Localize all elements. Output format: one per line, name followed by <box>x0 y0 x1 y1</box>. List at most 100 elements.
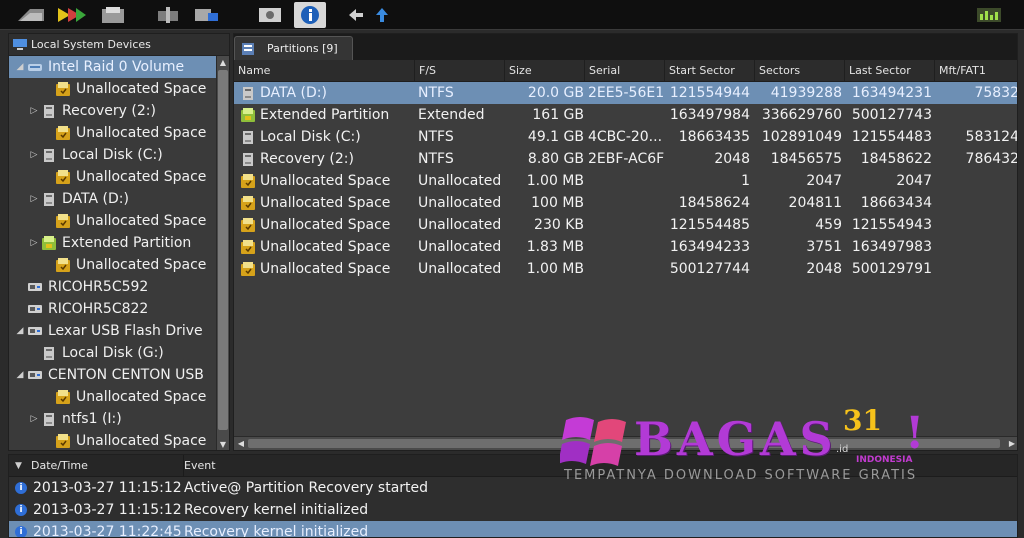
log-time: 2013-03-27 11:15:12 <box>33 480 182 496</box>
tree-node[interactable]: Unallocated Space <box>9 78 217 100</box>
info-button[interactable] <box>294 2 326 28</box>
cell-mft <box>934 258 1017 280</box>
toolbar <box>0 0 1024 30</box>
column-header[interactable]: Mft/FAT1 <box>934 60 1017 82</box>
save-button[interactable] <box>96 2 132 28</box>
tree-node[interactable]: ▷ ntfs1 (I:) <box>9 408 217 430</box>
tree-node[interactable]: ▷ Recovery (2:) <box>9 100 217 122</box>
log-col-date[interactable]: Date/Time <box>31 455 88 477</box>
column-header[interactable]: Serial <box>584 60 664 82</box>
table-row[interactable]: Unallocated Space Unallocated 100 MB 184586… <box>234 192 1017 214</box>
table-row[interactable]: Unallocated Space Unallocated 230 KB 121554… <box>234 214 1017 236</box>
back-button[interactable] <box>346 2 366 28</box>
cell-fs: Unallocated <box>418 173 502 189</box>
scroll-right-icon[interactable]: ▶ <box>1007 438 1017 450</box>
partitions-tab-icon <box>242 42 254 55</box>
column-header[interactable]: F/S <box>414 60 504 82</box>
cell-last-sector: 163494231 <box>851 85 932 101</box>
scan-button[interactable] <box>14 2 50 28</box>
log-row[interactable]: i 2013-03-27 11:22:45 Recovery kernel init… <box>9 521 1017 537</box>
cell-start-sector: 2048 <box>714 151 750 167</box>
cell-start-sector: 163497984 <box>669 107 750 123</box>
column-header[interactable]: Name <box>234 60 414 82</box>
column-header[interactable]: Size <box>504 60 584 82</box>
hscroll-thumb[interactable] <box>248 439 1000 448</box>
cell-last-sector: 18458622 <box>860 151 932 167</box>
tree-node[interactable]: RICOHR5C592 <box>9 276 217 298</box>
tree-expander-icon[interactable]: ◢ <box>15 370 25 380</box>
computer-icon <box>13 39 27 50</box>
disk-save-icon <box>102 7 124 23</box>
event-log-panel: ▼ Date/Time Event i 2013-03-27 11:15:12 Ac… <box>8 454 1018 538</box>
unallocated-icon <box>56 258 70 272</box>
scroll-thumb[interactable] <box>218 70 228 430</box>
tab-partitions[interactable]: Partitions [9] <box>234 36 353 60</box>
tree-node[interactable]: ▷ DATA (D:) <box>9 188 217 210</box>
tree-expander-icon[interactable]: ▷ <box>29 414 39 424</box>
tree-node[interactable]: RICOHR5C822 <box>9 298 217 320</box>
cell-sectors: 18456575 <box>770 151 842 167</box>
tools-button[interactable] <box>152 2 186 28</box>
tree-expander-icon[interactable]: ▷ <box>29 238 39 248</box>
column-header[interactable]: Last Sector <box>844 60 934 82</box>
tree-expander-icon[interactable]: ▷ <box>29 106 39 116</box>
table-row[interactable]: Unallocated Space Unallocated 1.00 MB 1 2047… <box>234 170 1017 192</box>
table-row[interactable]: DATA (D:) NTFS 20.0 GB 2EE5-56E1 121554944 41… <box>234 82 1017 104</box>
scroll-up-icon[interactable]: ▲ <box>218 57 228 69</box>
view-icon <box>259 8 281 22</box>
cell-fs: NTFS <box>418 129 454 145</box>
table-row[interactable]: Unallocated Space Unallocated 1.00 MB 50012… <box>234 258 1017 280</box>
up-button[interactable] <box>372 2 392 28</box>
bar-chart-icon <box>977 8 1001 22</box>
tree-node[interactable]: ▷ Extended Partition <box>9 232 217 254</box>
table-row[interactable]: Extended Partition Extended 161 GB 16349798… <box>234 104 1017 126</box>
tree-node[interactable]: ▷ Local Disk (C:) <box>9 144 217 166</box>
log-row[interactable]: i 2013-03-27 11:15:12 Recovery kernel init… <box>9 499 1017 521</box>
disk-icon <box>44 105 54 118</box>
column-header[interactable]: Start Sector <box>664 60 754 82</box>
cell-fs: NTFS <box>418 151 454 167</box>
log-col-event[interactable]: Event <box>183 455 216 477</box>
partition-table-hscrollbar[interactable]: ◀ ▶ <box>234 436 1017 450</box>
cell-size: 20.0 GB <box>527 85 584 101</box>
tree-node[interactable]: ◢ CENTON CENTON USB <box>9 364 217 386</box>
table-row[interactable]: Local Disk (C:) NTFS 49.1 GB 4CBC-20... 1866… <box>234 126 1017 148</box>
tree-node[interactable]: ◢ Lexar USB Flash Drive <box>9 320 217 342</box>
tab-partitions-label: Partitions [9] <box>267 42 338 55</box>
sort-arrow-icon[interactable]: ▼ <box>15 455 22 477</box>
view-button[interactable] <box>254 2 288 28</box>
cell-last-sector: 2047 <box>896 173 932 189</box>
cell-mft <box>934 104 1017 126</box>
tree-node[interactable]: Local Disk (G:) <box>9 342 217 364</box>
log-row[interactable]: i 2013-03-27 11:15:12 Active@ Partition Re… <box>9 477 1017 499</box>
tree-node-label: DATA (D:) <box>62 191 129 207</box>
tree-node[interactable]: Unallocated Space <box>9 210 217 232</box>
chart-button[interactable] <box>972 2 1006 28</box>
tree-node[interactable]: Unallocated Space <box>9 122 217 144</box>
device-tree-scrollbar[interactable]: ▲ ▼ <box>216 56 229 450</box>
cell-sectors: 204811 <box>788 195 842 211</box>
cell-last-sector: 500127743 <box>851 107 932 123</box>
table-row[interactable]: Recovery (2:) NTFS 8.80 GB 2EBF-AC6F 2048 184… <box>234 148 1017 170</box>
scroll-left-icon[interactable]: ◀ <box>236 438 246 450</box>
tree-expander-icon[interactable]: ▷ <box>29 150 39 160</box>
cell-fs: Unallocated <box>418 217 502 233</box>
tree-expander-icon[interactable]: ▷ <box>29 194 39 204</box>
tree-node[interactable]: Unallocated Space <box>9 430 217 450</box>
disk-icon <box>44 149 54 162</box>
cell-last-sector: 18663434 <box>860 195 932 211</box>
cell-serial <box>588 192 666 214</box>
cell-serial: 2EBF-AC6F <box>588 151 665 167</box>
scroll-down-icon[interactable]: ▼ <box>218 439 228 450</box>
tree-node[interactable]: ◢ Intel Raid 0 Volume <box>9 56 217 78</box>
log-time: 2013-03-27 11:15:12 <box>33 502 182 518</box>
tree-node[interactable]: Unallocated Space <box>9 166 217 188</box>
tree-expander-icon[interactable]: ◢ <box>15 62 25 72</box>
export-button[interactable] <box>190 2 224 28</box>
table-row[interactable]: Unallocated Space Unallocated 1.83 MB 16349… <box>234 236 1017 258</box>
column-header[interactable]: Sectors <box>754 60 844 82</box>
recover-button[interactable] <box>54 2 90 28</box>
tree-expander-icon[interactable]: ◢ <box>15 326 25 336</box>
tree-node[interactable]: Unallocated Space <box>9 254 217 276</box>
tree-node[interactable]: Unallocated Space <box>9 386 217 408</box>
